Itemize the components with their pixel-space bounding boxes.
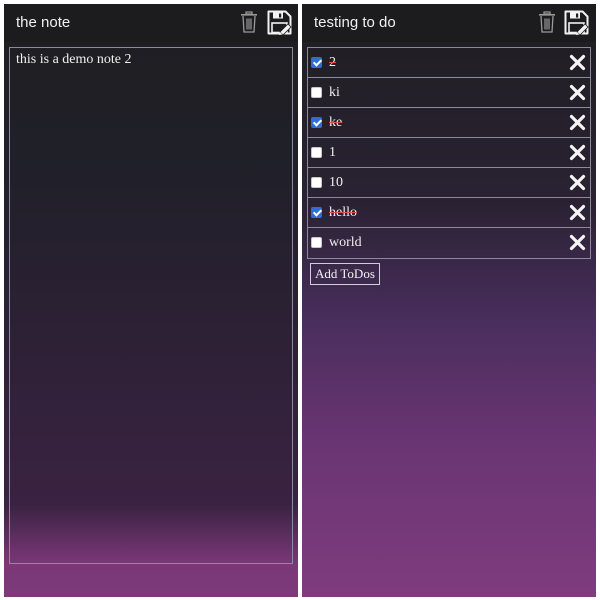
delete-x-icon[interactable] [569,144,586,161]
todo-item-label: 10 [329,175,343,190]
save-icon[interactable] [267,10,292,36]
todo-header: testing to do [302,4,596,42]
todo-checkbox[interactable] [311,147,322,158]
todo-item: 2 [308,48,590,78]
todo-item: ke [308,108,590,138]
delete-x-icon[interactable] [569,204,586,221]
todo-checkbox[interactable] [311,237,322,248]
add-todos-button[interactable]: Add ToDos [310,263,380,285]
todo-item: hello [308,198,590,228]
todo-item-label: ki [329,85,340,100]
todo-checkbox[interactable] [311,117,322,128]
note-textarea[interactable]: this is a demo note 2 [9,47,293,564]
todo-panel: testing to do 2 ki ke 1 10 hello world A… [302,4,596,597]
delete-x-icon[interactable] [569,174,586,191]
todo-item: 1 [308,138,590,168]
todo-title: testing to do [314,14,396,31]
delete-x-icon[interactable] [569,234,586,251]
todo-item-label: 2 [329,55,336,70]
todo-checkbox[interactable] [311,177,322,188]
todo-list: 2 ki ke 1 10 hello world [307,47,591,259]
todo-item: 10 [308,168,590,198]
delete-x-icon[interactable] [569,114,586,131]
todo-checkbox[interactable] [311,87,322,98]
delete-x-icon[interactable] [569,54,586,71]
trash-icon[interactable] [240,11,258,33]
note-header: the note [4,4,298,42]
todo-item: ki [308,78,590,108]
todo-item: world [308,228,590,258]
save-icon[interactable] [564,10,589,36]
delete-x-icon[interactable] [569,84,586,101]
todo-item-label: hello [329,205,357,220]
trash-icon[interactable] [538,11,556,33]
todo-checkbox[interactable] [311,57,322,68]
todo-item-label: ke [329,115,343,130]
todo-item-label: world [329,235,362,250]
todo-checkbox[interactable] [311,207,322,218]
todo-item-label: 1 [329,145,336,160]
note-panel: the note this is a demo note 2 [4,4,298,597]
note-title: the note [16,14,71,31]
